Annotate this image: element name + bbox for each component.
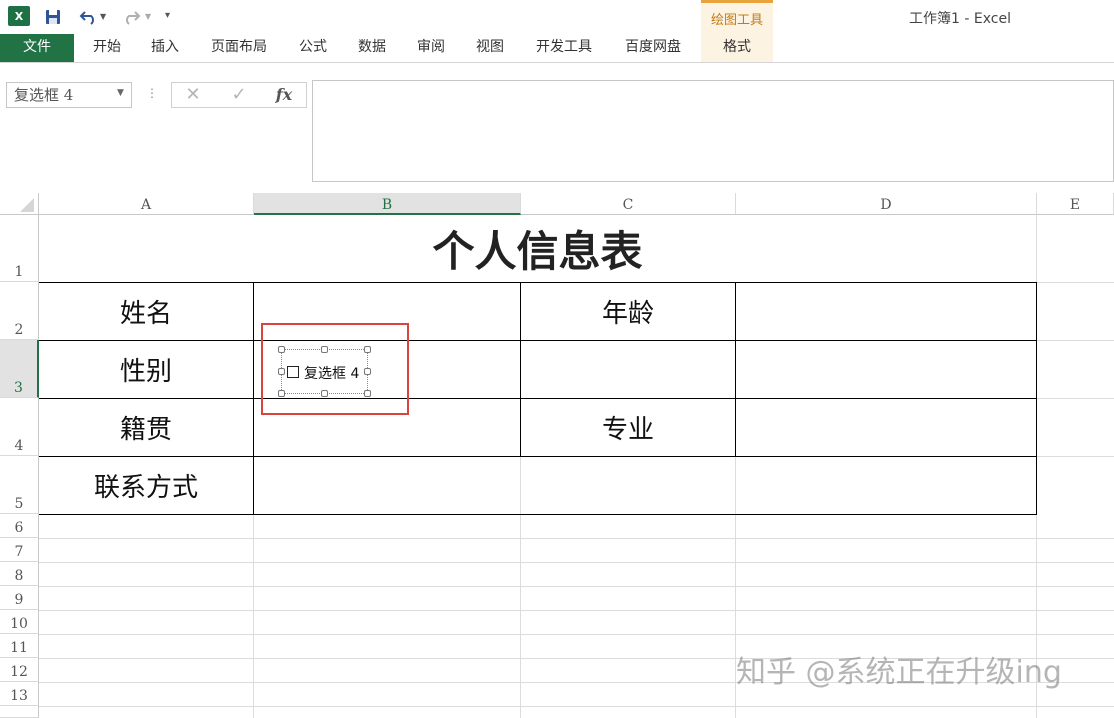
resize-handle[interactable] bbox=[364, 390, 371, 397]
gridline bbox=[39, 610, 1114, 611]
tab-format[interactable]: 格式 bbox=[701, 34, 773, 62]
resize-handle[interactable] bbox=[364, 368, 371, 375]
cell-contact-label[interactable]: 联系方式 bbox=[39, 457, 253, 514]
cell-major-label[interactable]: 专业 bbox=[521, 399, 735, 456]
cell-age-label[interactable]: 年龄 bbox=[521, 283, 735, 340]
resize-handle[interactable] bbox=[278, 346, 285, 353]
gridline bbox=[39, 634, 1114, 635]
row-header-9[interactable]: 9 bbox=[0, 586, 39, 610]
resize-handle[interactable] bbox=[321, 346, 328, 353]
tab-baidu-netdisk[interactable]: 百度网盘 bbox=[617, 34, 689, 62]
gridline bbox=[39, 586, 1114, 587]
gridline bbox=[1037, 456, 1114, 457]
column-header-d[interactable]: D bbox=[736, 193, 1037, 215]
watermark: 知乎 @系统正在升级ing bbox=[736, 655, 1062, 690]
gridline bbox=[39, 562, 1114, 563]
redo-icon[interactable] bbox=[120, 6, 142, 28]
gender-label: 性别 bbox=[119, 357, 172, 387]
row-header-3[interactable]: 3 bbox=[0, 340, 39, 398]
formula-input[interactable] bbox=[312, 80, 1114, 182]
gridline bbox=[39, 706, 1114, 707]
drawing-tools-context-label: 绘图工具 bbox=[701, 0, 773, 34]
resize-handle[interactable] bbox=[364, 346, 371, 353]
cell-hometown-label[interactable]: 籍贯 bbox=[39, 399, 253, 456]
checkbox-label[interactable]: 复选框 4 bbox=[304, 363, 359, 383]
row-header-1[interactable]: 1 bbox=[0, 215, 39, 282]
tab-review[interactable]: 审阅 bbox=[410, 34, 452, 62]
tab-home[interactable]: 开始 bbox=[86, 34, 128, 62]
cancel-icon[interactable]: ✕ bbox=[180, 84, 206, 106]
formula-bar-grip-icon[interactable]: ⋮ bbox=[146, 86, 158, 100]
name-box-dropdown-icon[interactable]: ▼ bbox=[117, 88, 124, 98]
customize-quick-access-icon[interactable]: ▾ bbox=[165, 10, 170, 21]
column-header-a[interactable]: A bbox=[39, 193, 254, 215]
save-icon[interactable] bbox=[42, 6, 64, 28]
window-title: 工作簿1 - Excel bbox=[909, 11, 1011, 27]
gridline bbox=[1037, 398, 1114, 399]
tab-insert[interactable]: 插入 bbox=[144, 34, 186, 62]
tab-view[interactable]: 视图 bbox=[469, 34, 511, 62]
table-border bbox=[253, 282, 254, 515]
tab-file[interactable]: 文件 bbox=[0, 34, 74, 62]
row-header-4[interactable]: 4 bbox=[0, 398, 39, 456]
row-header-8[interactable]: 8 bbox=[0, 562, 39, 586]
gridline bbox=[1037, 340, 1114, 341]
ribbon-divider bbox=[0, 62, 1114, 63]
tab-page-layout[interactable]: 页面布局 bbox=[204, 34, 274, 62]
row-header-6[interactable]: 6 bbox=[0, 514, 39, 538]
table-border bbox=[735, 282, 736, 457]
column-header-c[interactable]: C bbox=[521, 193, 736, 215]
table-border bbox=[1036, 282, 1037, 515]
hometown-label: 籍贯 bbox=[119, 415, 172, 445]
contact-label: 联系方式 bbox=[93, 473, 198, 503]
redo-dropdown-icon[interactable]: ▼ bbox=[145, 12, 151, 21]
tab-formulas[interactable]: 公式 bbox=[292, 34, 334, 62]
insert-function-icon[interactable]: fx bbox=[271, 84, 297, 106]
table-border bbox=[39, 514, 1037, 515]
select-all-triangle-icon bbox=[20, 198, 34, 212]
name-box[interactable]: 复选框 4 bbox=[6, 82, 132, 108]
row-header-13[interactable]: 13 bbox=[0, 682, 39, 706]
excel-logo-icon: X bbox=[8, 6, 30, 26]
cell-name-label[interactable]: 姓名 bbox=[39, 283, 253, 340]
undo-icon[interactable] bbox=[78, 6, 100, 28]
tab-developer[interactable]: 开发工具 bbox=[529, 34, 599, 62]
row-header-11[interactable]: 11 bbox=[0, 634, 39, 658]
age-label: 年龄 bbox=[601, 299, 654, 329]
row-header-10[interactable]: 10 bbox=[0, 610, 39, 634]
resize-handle[interactable] bbox=[278, 368, 285, 375]
enter-icon[interactable]: ✓ bbox=[226, 84, 252, 106]
name-label: 姓名 bbox=[119, 299, 172, 329]
row-header-7[interactable]: 7 bbox=[0, 538, 39, 562]
sheet-title: 个人信息表 bbox=[432, 227, 643, 276]
row-header-5[interactable]: 5 bbox=[0, 456, 39, 514]
row-header-2[interactable]: 2 bbox=[0, 282, 39, 340]
undo-dropdown-icon[interactable]: ▼ bbox=[100, 12, 106, 21]
column-header-e[interactable]: E bbox=[1037, 193, 1114, 215]
checkbox-square[interactable] bbox=[287, 366, 299, 378]
resize-handle[interactable] bbox=[278, 390, 285, 397]
cell-gender-label[interactable]: 性别 bbox=[39, 341, 253, 398]
major-label: 专业 bbox=[601, 415, 654, 445]
resize-handle[interactable] bbox=[321, 390, 328, 397]
row-header-14[interactable] bbox=[0, 706, 39, 718]
gridline bbox=[1037, 282, 1114, 283]
row-header-12[interactable]: 12 bbox=[0, 658, 39, 682]
tab-data[interactable]: 数据 bbox=[351, 34, 393, 62]
column-header-b[interactable]: B bbox=[254, 193, 521, 215]
gridline bbox=[39, 538, 1114, 539]
